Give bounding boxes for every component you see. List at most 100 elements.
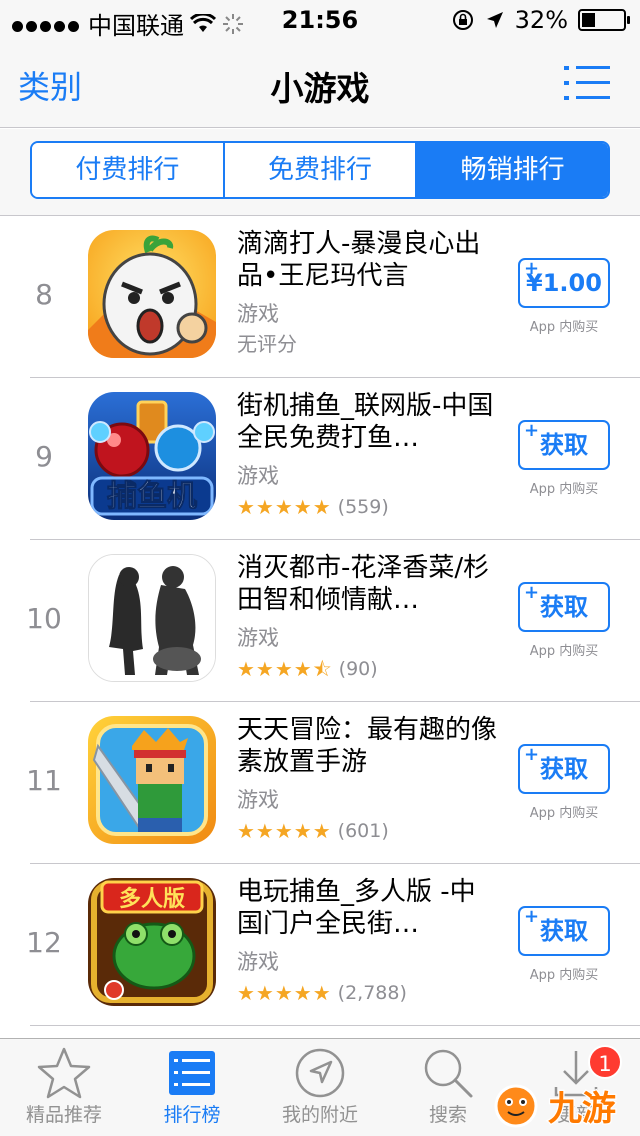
list-line — [576, 66, 610, 69]
list-icon[interactable] — [564, 66, 610, 100]
status-bar: 中国联通 21:56 32% — [0, 0, 640, 40]
tab-label: 更新 — [556, 1104, 595, 1126]
list-item[interactable]: 10 消灭都市-花泽香菜/杉田智和倾情献… 游戏 ★★★★⯪ (90) + 获取… — [0, 540, 640, 702]
get-button[interactable]: + 获取 — [518, 582, 610, 632]
battery-percentage: 32% — [514, 6, 568, 34]
tab-search[interactable]: 搜索 — [384, 1039, 512, 1136]
app-category: 游戏 — [237, 950, 279, 974]
icon-text: 多人版 — [119, 886, 185, 912]
star-rating: ★★★★★ — [237, 495, 332, 519]
in-app-purchase-label: App 内购买 — [529, 320, 599, 335]
in-app-purchase-label: App 内购买 — [529, 968, 599, 983]
star-icon — [37, 1047, 91, 1099]
app-rating: ★★★★★ (559) — [237, 494, 499, 520]
app-category: 游戏 — [237, 464, 279, 488]
battery-icon — [578, 9, 630, 31]
app-name[interactable]: 天天冒险：最有趣的像素放置手游 — [237, 714, 499, 778]
rank-number: 8 — [35, 278, 53, 311]
list-item[interactable]: 9 捕鱼机 街机捕鱼_联网版-中国全民免费打鱼… 游戏 ★★★★★ (559) … — [0, 378, 640, 540]
segment-bar: 付费排行 免费排行 畅销排行 — [0, 129, 640, 216]
status-right: 32% — [451, 6, 630, 34]
tab-featured[interactable]: 精品推荐 — [0, 1039, 128, 1136]
get-button[interactable]: + 获取 — [518, 906, 610, 956]
app-name[interactable]: 电玩捕鱼_多人版 -中国门户全民街… — [237, 876, 499, 940]
star-rating: ★★★★★ — [237, 981, 332, 1005]
app-store-screen: 中国联通 21:56 32% 类别 小游戏 付费排行 免费排行 畅销排行 8 滴… — [0, 0, 640, 1136]
get-label: 获取 — [540, 593, 588, 621]
app-category: 游戏 — [237, 302, 279, 326]
app-icon-silhouette[interactable] — [88, 554, 216, 682]
search-icon — [424, 1049, 473, 1098]
action-group: + ¥1.00 App 内购买 — [518, 258, 610, 335]
action-group: + 获取 App 内购买 — [518, 420, 610, 497]
price-button[interactable]: + ¥1.00 — [518, 258, 610, 308]
get-button[interactable]: + 获取 — [518, 420, 610, 470]
list-item[interactable]: 11 天天冒险：最有趣的像素放置手游 游戏 ★★★★★ (601) + 获取 A… — [0, 702, 640, 864]
get-label: 获取 — [540, 917, 588, 945]
tab-label: 我的附近 — [281, 1104, 358, 1126]
rank-number: 11 — [26, 764, 62, 797]
app-list: 8 滴滴打人-暴漫良心出品•王尼玛代言 游戏 无评分 + ¥1.00 App 内… — [0, 216, 640, 1026]
star-rating: ★★★★⯪ — [237, 657, 333, 681]
app-icon-frog[interactable]: 多人版 — [88, 878, 216, 1006]
tab-updates[interactable]: 更新 1 — [512, 1039, 640, 1136]
in-app-purchase-label: App 内购买 — [529, 482, 599, 497]
segment-grossing[interactable]: 畅销排行 — [415, 143, 608, 197]
action-group: + 获取 App 内购买 — [518, 744, 610, 821]
tab-label: 搜索 — [428, 1104, 467, 1126]
plus-icon: + — [524, 906, 540, 927]
app-rating: ★★★★★ (2,788) — [237, 980, 499, 1006]
app-rating: ★★★★★ (601) — [237, 818, 499, 844]
icon-text: 捕鱼机 — [107, 479, 197, 514]
page-title: 小游戏 — [270, 69, 370, 108]
list-line — [576, 96, 610, 99]
rating-count: (559) — [337, 496, 389, 518]
plus-icon: + — [524, 258, 540, 279]
list-item[interactable]: 8 滴滴打人-暴漫良心出品•王尼玛代言 游戏 无评分 + ¥1.00 App 内… — [0, 216, 640, 378]
update-count-badge: 1 — [588, 1045, 622, 1079]
get-label: 获取 — [540, 755, 588, 783]
navigation-bar: 类别 小游戏 — [0, 40, 640, 128]
rating-count: (601) — [337, 820, 389, 842]
star-rating: ★★★★★ — [237, 819, 332, 843]
app-name[interactable]: 滴滴打人-暴漫良心出品•王尼玛代言 — [237, 228, 499, 292]
rank-number: 12 — [26, 926, 62, 959]
tab-bar: 精品推荐 排行榜 我的附近 搜索 更新 1 — [0, 1038, 640, 1136]
app-info: 电玩捕鱼_多人版 -中国门户全民街… 游戏 ★★★★★ (2,788) — [237, 876, 499, 1006]
in-app-purchase-label: App 内购买 — [529, 806, 599, 821]
get-label: 获取 — [540, 431, 588, 459]
rank-number: 9 — [35, 440, 53, 473]
app-category: 游戏 — [237, 626, 279, 650]
segment-paid[interactable]: 付费排行 — [32, 143, 223, 197]
app-info: 天天冒险：最有趣的像素放置手游 游戏 ★★★★★ (601) — [237, 714, 499, 844]
app-icon-fishing-machine[interactable]: 捕鱼机 — [88, 392, 216, 520]
tab-near-me[interactable]: 我的附近 — [256, 1039, 384, 1136]
tab-label: 排行榜 — [163, 1104, 221, 1126]
tab-top-charts[interactable]: 排行榜 — [128, 1039, 256, 1136]
battery-fill — [582, 13, 595, 27]
app-icon-angry-face[interactable] — [88, 230, 216, 358]
app-rating: ★★★★⯪ (90) — [237, 656, 499, 682]
location-icon — [295, 1048, 345, 1098]
action-group: + 获取 App 内购买 — [518, 906, 610, 983]
rating-count: (90) — [338, 658, 378, 680]
app-icon-pixel-hero[interactable] — [88, 716, 216, 844]
no-rating-label: 无评分 — [237, 332, 297, 356]
get-button[interactable]: + 获取 — [518, 744, 610, 794]
list-bullet — [564, 81, 569, 85]
rating-count: (2,788) — [337, 982, 407, 1004]
orientation-lock-icon — [452, 10, 473, 30]
rank-number: 10 — [26, 602, 62, 635]
in-app-purchase-label: App 内购买 — [529, 644, 599, 659]
list-bullet — [564, 96, 569, 100]
app-info: 消灭都市-花泽香菜/杉田智和倾情献… 游戏 ★★★★⯪ (90) — [237, 552, 499, 682]
app-name[interactable]: 消灭都市-花泽香菜/杉田智和倾情献… — [237, 552, 499, 616]
app-info: 街机捕鱼_联网版-中国全民免费打鱼… 游戏 ★★★★★ (559) — [237, 390, 499, 520]
action-group: + 获取 App 内购买 — [518, 582, 610, 659]
app-name[interactable]: 街机捕鱼_联网版-中国全民免费打鱼… — [237, 390, 499, 454]
list-line — [576, 81, 610, 84]
segment-free[interactable]: 免费排行 — [222, 143, 416, 197]
tab-label: 精品推荐 — [25, 1104, 102, 1126]
plus-icon: + — [524, 744, 540, 765]
list-item[interactable]: 12 多人版 电玩捕鱼_多人版 -中国门户全民街… 游戏 ★★★★★ (2,78… — [0, 864, 640, 1026]
